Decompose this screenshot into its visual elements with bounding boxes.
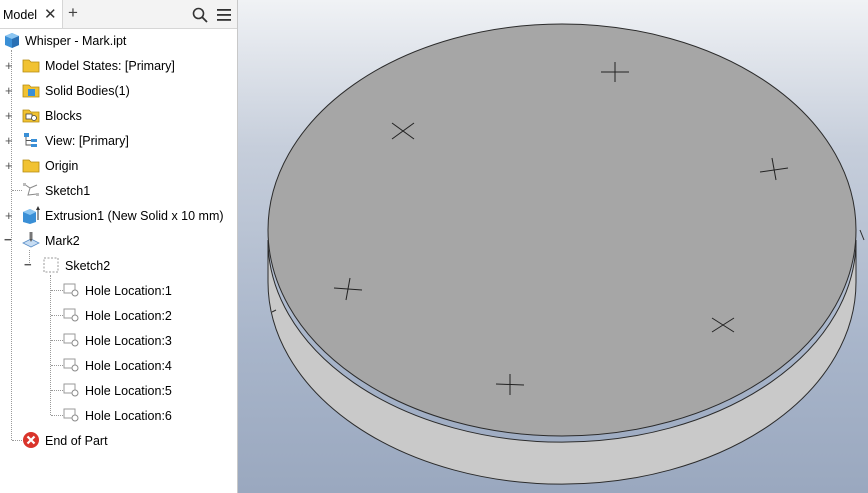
extrusion-icon (23, 206, 40, 224)
close-icon[interactable]: ✕ (44, 5, 57, 23)
collapse-icon[interactable]: − (4, 233, 15, 246)
tree-item-label: Mark2 (45, 234, 80, 248)
tree-item-hole-location[interactable]: Hole Location:5 (0, 381, 238, 401)
tree-item-label: Whisper - Mark.ipt (25, 34, 127, 48)
model-browser: Model ✕ + Whisper - Mark.ipt + Model Sta… (0, 0, 238, 493)
tree-item-view[interactable]: + View: [Primary] (0, 131, 238, 151)
tree-item-hole-location[interactable]: Hole Location:1 (0, 281, 238, 301)
tree-item-label: Hole Location:3 (85, 334, 172, 348)
hole-location-icon (63, 383, 79, 397)
tree-item-label: Hole Location:6 (85, 409, 172, 423)
sketch-plane-icon (43, 257, 59, 273)
tab-model[interactable]: Model ✕ (0, 0, 63, 28)
disc-model[interactable] (238, 0, 868, 493)
search-icon[interactable] (192, 7, 208, 23)
tree-item-hole-location[interactable]: Hole Location:2 (0, 306, 238, 326)
hole-location-icon (63, 308, 79, 322)
tree-item-label: Hole Location:1 (85, 284, 172, 298)
mark-icon (22, 232, 40, 248)
tree-item-label: Hole Location:5 (85, 384, 172, 398)
tree-item-hole-location[interactable]: Hole Location:6 (0, 406, 238, 426)
tree-item-label: Sketch1 (45, 184, 91, 198)
tree-item-label: Model States: [Primary] (45, 59, 175, 73)
tree-item-sketch1[interactable]: Sketch1 (0, 181, 238, 201)
hamburger-menu-icon[interactable] (216, 7, 232, 23)
tree-item-origin[interactable]: + Origin (0, 156, 238, 176)
tree-item-label: Extrusion1 (New Solid x 10 mm) (45, 209, 224, 223)
sketch-icon (23, 183, 39, 196)
tree-item-end-of-part[interactable]: End of Part (0, 431, 238, 451)
browser-tab-bar: Model ✕ + (0, 0, 238, 29)
graphics-viewport[interactable] (238, 0, 868, 493)
tab-model-label: Model (3, 8, 38, 22)
folder-icon (22, 59, 40, 73)
blocks-folder-icon (22, 109, 40, 123)
tree-item-hole-location[interactable]: Hole Location:4 (0, 356, 238, 376)
tree-item-label: Hole Location:4 (85, 359, 172, 373)
hole-location-icon (63, 358, 79, 372)
tree-item-label: View: [Primary] (45, 134, 129, 148)
expand-icon[interactable]: + (5, 159, 16, 172)
tree-item-label: Sketch2 (65, 259, 111, 273)
expand-icon[interactable]: + (5, 109, 16, 122)
view-icon (24, 133, 37, 147)
part-icon (5, 33, 19, 48)
end-of-part-icon (23, 432, 39, 448)
tree-item-label: End of Part (45, 434, 108, 448)
solid-bodies-folder-icon (22, 84, 40, 98)
hole-location-icon (63, 333, 79, 347)
expand-icon[interactable]: + (5, 59, 16, 72)
expand-icon[interactable]: + (5, 134, 16, 147)
hole-location-icon (63, 283, 79, 297)
expand-icon[interactable]: + (5, 209, 16, 222)
tree-item-label: Solid Bodies(1) (45, 84, 130, 98)
hole-location-icon (63, 408, 79, 422)
add-tab-icon[interactable]: + (68, 3, 78, 23)
expand-icon[interactable]: + (5, 84, 16, 97)
tree-item-label: Hole Location:2 (85, 309, 172, 323)
tree-item-label: Origin (45, 159, 79, 173)
folder-icon (22, 159, 40, 173)
tree-item-label: Blocks (45, 109, 82, 123)
disc-top-face[interactable] (267, 23, 857, 437)
tree-item-sketch2[interactable]: − Sketch2 (0, 256, 238, 276)
tree-item-solid-bodies[interactable]: + Solid Bodies(1) (0, 81, 238, 101)
tree-item-blocks[interactable]: + Blocks (0, 106, 238, 126)
collapse-icon[interactable]: − (24, 258, 35, 271)
tree-item-hole-location[interactable]: Hole Location:3 (0, 331, 238, 351)
tree-item-extrusion1[interactable]: + Extrusion1 (New Solid x 10 mm) (0, 206, 238, 226)
tree-item-mark2[interactable]: − Mark2 (0, 231, 238, 251)
tree-item-root[interactable]: Whisper - Mark.ipt (0, 31, 238, 51)
tree-item-model-states[interactable]: + Model States: [Primary] (0, 56, 238, 76)
